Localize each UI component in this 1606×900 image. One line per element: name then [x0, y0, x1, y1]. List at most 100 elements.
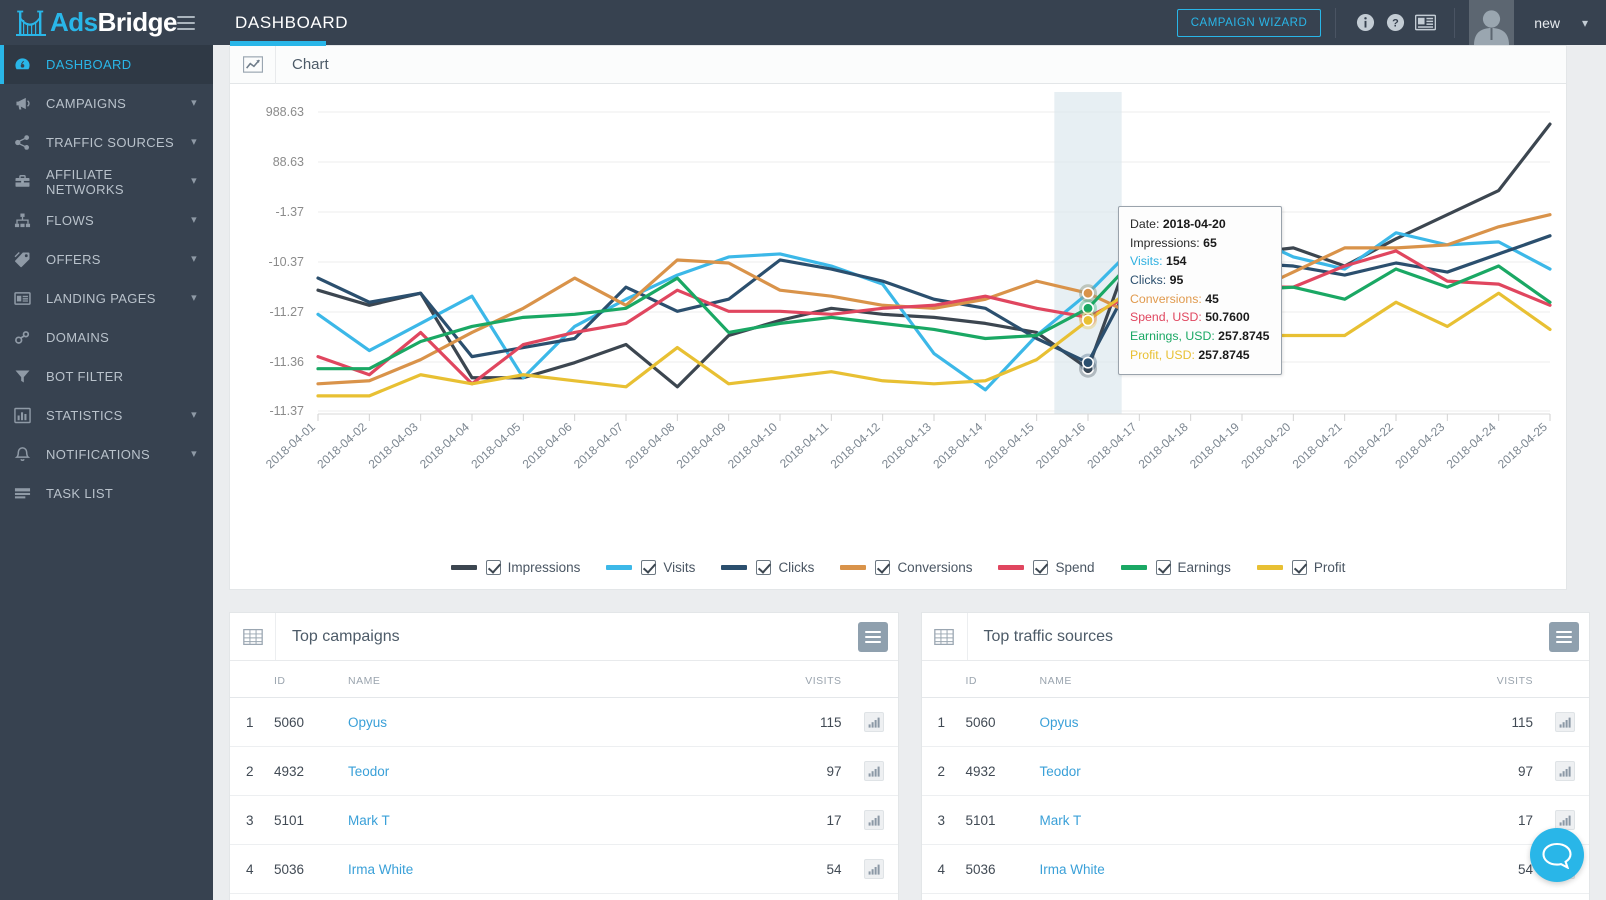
chevron-down-icon[interactable]: ▾: [191, 254, 197, 265]
legend-checkbox[interactable]: [641, 560, 657, 575]
sidebar-item-landing-pages[interactable]: LANDING PAGES ▾: [0, 279, 213, 318]
row-stats-icon[interactable]: [863, 712, 884, 732]
table-menu-button[interactable]: [857, 621, 888, 652]
tooltip-earnings-row: Earnings, USD: 257.8745: [1130, 327, 1271, 346]
svg-text:-1.37: -1.37: [276, 205, 305, 219]
row-name-link[interactable]: Irma White: [348, 862, 413, 877]
sidebar-toggle-button[interactable]: [177, 15, 195, 30]
tag-icon: [14, 251, 40, 268]
sidebar-item-notifications[interactable]: NOTIFICATIONS ▾: [0, 435, 213, 474]
campaign-wizard-button[interactable]: CAMPAIGN WIZARD: [1176, 8, 1322, 37]
row-id: 5060: [965, 697, 1040, 747]
avatar[interactable]: [1469, 0, 1515, 45]
sidebar-item-affiliate-networks[interactable]: AFFILIATE NETWORKS ▾: [0, 162, 213, 201]
table-row[interactable]: 55037Oprah36: [922, 894, 1590, 900]
table-head-row: ID NAME VISITS: [230, 661, 898, 698]
sidebar-item-domains[interactable]: DOMAINS: [0, 318, 213, 357]
table-row[interactable]: 1 5060 Opyus 115: [921, 697, 1589, 747]
sidebar-item-flows[interactable]: FLOWS ▾: [0, 201, 213, 240]
sidebar-item-bot-filter[interactable]: BOT FILTER: [0, 357, 213, 396]
user-name[interactable]: new: [1534, 15, 1560, 31]
tooltip-date-label: Date:: [1130, 217, 1160, 231]
row-name-link[interactable]: Opyus: [348, 715, 387, 730]
svg-text:88.63: 88.63: [273, 155, 304, 169]
legend-checkbox[interactable]: [875, 560, 891, 575]
legend-item-impressions[interactable]: Impressions: [450, 560, 580, 575]
tooltip-spend-row: Spend, USD: 50.7600: [1130, 308, 1271, 327]
legend-checkbox[interactable]: [1155, 560, 1171, 575]
legend-item-visits[interactable]: Visits: [606, 560, 695, 575]
sidebar-item-offers[interactable]: OFFERS ▾: [0, 240, 213, 279]
sidebar-item-campaigns[interactable]: CAMPAIGNS ▾: [0, 84, 213, 123]
row-name-cell: Oprah: [1040, 894, 1424, 900]
sidebar-item-statistics[interactable]: STATISTICS ▾: [0, 396, 213, 435]
chevron-down-icon[interactable]: ▾: [191, 293, 197, 304]
row-name-link[interactable]: Teodor: [348, 764, 389, 779]
svg-text:-11.27: -11.27: [269, 305, 304, 319]
row-stats-icon[interactable]: [1555, 761, 1575, 781]
chart-area[interactable]: 988.63 88.63 -1.37 -10.37 -11.27 -11.36 -11.37…: [230, 84, 1566, 554]
row-name-link[interactable]: Mark T: [348, 813, 390, 828]
chevron-down-icon[interactable]: ▾: [191, 98, 197, 109]
svg-text:2018-04-20: 2018-04-20: [1238, 420, 1293, 472]
row-id: 4932: [965, 746, 1040, 796]
data-table: ID NAME VISITS 1 5060 Opyus 115 2 4932 Teodor 97 3 5…: [230, 661, 898, 900]
legend-item-profit[interactable]: Profit: [1256, 560, 1345, 575]
table-row[interactable]: 2 4932 Teodor 97: [230, 746, 898, 796]
svg-text:2018-04-15: 2018-04-15: [982, 420, 1037, 472]
info-icon[interactable]: [1350, 8, 1380, 38]
legend-item-earnings[interactable]: Earnings: [1120, 560, 1231, 575]
sidebar-item-dashboard[interactable]: DASHBOARD: [0, 45, 213, 84]
table-row[interactable]: 4 5036 Irma White 54: [230, 844, 898, 894]
row-stats-icon[interactable]: [1555, 810, 1575, 830]
row-actions: [841, 844, 898, 894]
table-title: Top traffic sources: [983, 627, 1114, 645]
svg-text:2018-04-23: 2018-04-23: [1392, 420, 1447, 472]
table-row[interactable]: 1 5060 Opyus 115: [230, 697, 898, 747]
row-stats-icon[interactable]: [1555, 712, 1575, 732]
svg-text:-11.36: -11.36: [269, 355, 304, 369]
table-row[interactable]: 4 5036 Irma White 54: [921, 844, 1589, 894]
row-stats-icon[interactable]: [863, 761, 884, 781]
legend-checkbox[interactable]: [1033, 560, 1049, 575]
legend-checkbox[interactable]: [485, 560, 501, 575]
row-name-link[interactable]: Teodor: [1040, 764, 1081, 779]
table-row[interactable]: 3 5101 Mark T 17: [230, 795, 898, 845]
chevron-down-icon[interactable]: ▾: [191, 176, 197, 187]
chart-plot[interactable]: 988.63 88.63 -1.37 -10.37 -11.27 -11.36 -11.37…: [230, 84, 1566, 554]
table-row[interactable]: 2 4932 Teodor 97: [921, 746, 1589, 796]
sidebar-item-label: NOTIFICATIONS: [46, 447, 150, 462]
svg-text:2018-04-19: 2018-04-19: [1187, 420, 1242, 472]
chevron-down-icon[interactable]: ▾: [1582, 16, 1588, 30]
news-icon[interactable]: [1410, 8, 1440, 38]
row-stats-icon[interactable]: [863, 859, 884, 879]
sidebar-item-label: TRAFFIC SOURCES: [46, 135, 175, 150]
row-name-link[interactable]: Mark T: [1040, 813, 1082, 828]
chevron-down-icon[interactable]: ▾: [191, 449, 197, 460]
topbar: DASHBOARD CAMPAIGN WIZARD ? new ▾: [213, 0, 1606, 45]
table-row[interactable]: 55037Oprah36: [230, 894, 898, 900]
row-stats-icon[interactable]: [863, 810, 884, 830]
tooltip-visits-value: 154: [1166, 254, 1187, 269]
chat-bubble-icon[interactable]: [1530, 828, 1584, 882]
legend-item-clicks[interactable]: Clicks: [721, 560, 814, 575]
sidebar-item-task-list[interactable]: TASK LIST: [0, 474, 213, 513]
chevron-down-icon[interactable]: ▾: [191, 410, 197, 421]
legend-checkbox[interactable]: [756, 560, 772, 575]
sidebar-item-traffic-sources[interactable]: TRAFFIC SOURCES ▾: [0, 123, 213, 162]
row-rank: 4: [921, 844, 966, 894]
dashboard-icon: [14, 56, 40, 73]
legend-checkbox[interactable]: [1291, 560, 1307, 575]
row-name-link[interactable]: Opyus: [1040, 715, 1079, 730]
chevron-down-icon[interactable]: ▾: [191, 215, 197, 226]
legend-item-conversions[interactable]: Conversions: [840, 560, 972, 575]
chevron-down-icon[interactable]: ▾: [191, 137, 197, 148]
help-icon[interactable]: ?: [1380, 8, 1410, 38]
table-menu-button[interactable]: [1549, 621, 1579, 652]
row-name-link[interactable]: Irma White: [1040, 862, 1105, 877]
tooltip-date-value: 2018-04-20: [1162, 217, 1226, 231]
legend-item-spend[interactable]: Spend: [998, 560, 1095, 575]
brand-logo[interactable]: AdsBridge: [14, 7, 177, 38]
table-row[interactable]: 3 5101 Mark T 17: [921, 795, 1589, 845]
legend-swatch: [450, 565, 477, 570]
